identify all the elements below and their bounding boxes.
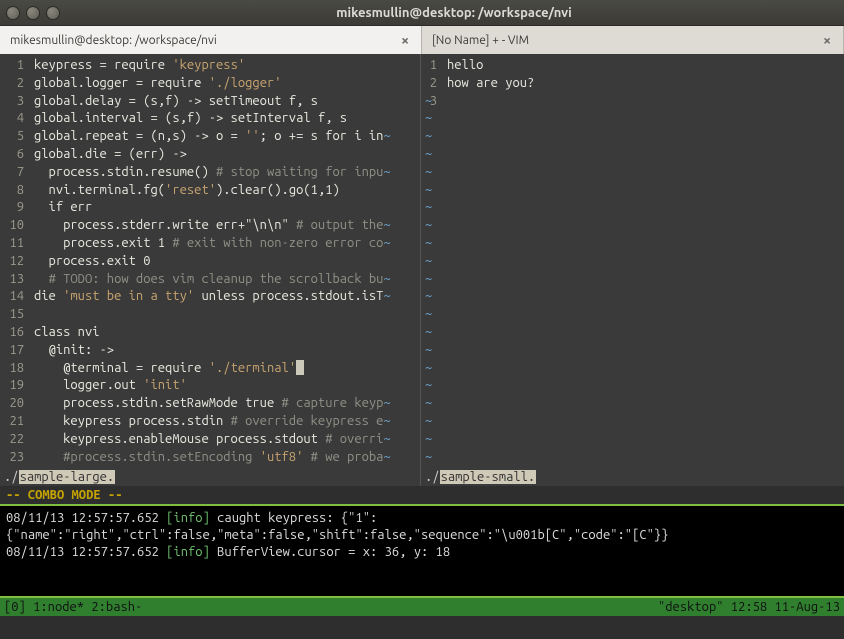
line-gutter: 1 2 3 4 5 6 7 8 9 10 11 12 13 14 15 16 1… [0,54,30,468]
close-tab-icon[interactable]: × [399,32,411,48]
code-content[interactable]: hello how are you? [443,54,844,468]
window-titlebar: mikesmullin@desktop: /workspace/nvi [0,0,844,26]
close-tab-icon[interactable]: × [821,32,833,48]
tab-bar: mikesmullin@desktop: /workspace/nvi × [N… [0,26,844,54]
code-content[interactable]: keypress = require 'keypress' global.log… [30,54,420,468]
tab-terminal[interactable]: mikesmullin@desktop: /workspace/nvi × [0,26,422,54]
status-filename: sample-large. [19,470,116,484]
tmux-clock: "desktop" 12:58 11-Aug-13 [658,600,840,614]
tab-label: [No Name] + - VIM [432,34,821,47]
mode-line: -- COMBO MODE -- [0,486,844,504]
maximize-window-icon[interactable] [46,6,60,20]
right-pane: 1 2 3 hello how are you? ~ ~ ~ ~ ~ ~ ~ ~… [420,54,844,486]
text-cursor [296,360,304,375]
minimize-window-icon[interactable] [26,6,40,20]
pane-status-left: ./sample-large. [0,468,420,486]
status-path-prefix: ./ [425,470,440,484]
log-output[interactable]: 08/11/13 12:57:57.652 [info] caught keyp… [0,506,844,596]
close-window-icon[interactable] [6,6,20,20]
tmux-windows[interactable]: [0] 1:node* 2:bash- [4,600,658,614]
tab-vim[interactable]: [No Name] + - VIM × [422,26,844,54]
tab-label: mikesmullin@desktop: /workspace/nvi [10,34,399,47]
status-filename: sample-small. [440,470,537,484]
window-title: mikesmullin@desktop: /workspace/nvi [70,6,838,20]
left-pane: 1 2 3 4 5 6 7 8 9 10 11 12 13 14 15 16 1… [0,54,420,486]
vim-tilde-column: ~ ~ ~ ~ ~ ~ ~ ~ ~ ~ ~ ~ ~ ~ ~ ~ ~ ~ ~ ~ … [421,57,439,466]
status-path-prefix: ./ [4,470,19,484]
pane-status-right: ./sample-small. [421,468,844,486]
tmux-status-bar[interactable]: [0] 1:node* 2:bash- "desktop" 12:58 11-A… [0,598,844,616]
editor-area: 1 2 3 4 5 6 7 8 9 10 11 12 13 14 15 16 1… [0,54,844,486]
window-buttons [6,6,60,20]
